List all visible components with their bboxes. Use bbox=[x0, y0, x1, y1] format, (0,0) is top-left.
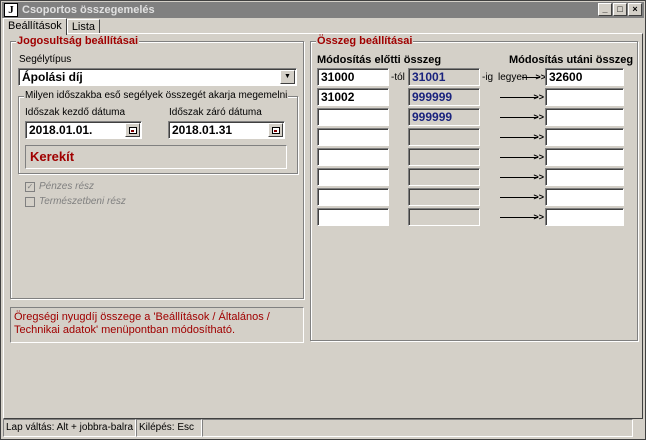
pension-note: Öregségi nyugdíj összege a 'Beállítások … bbox=[10, 307, 304, 343]
arrow-right-icon: >> bbox=[500, 192, 544, 202]
after-amount-input[interactable] bbox=[545, 208, 624, 226]
close-button[interactable]: × bbox=[628, 3, 642, 16]
to-amount-input[interactable] bbox=[408, 208, 480, 226]
arrow-right-icon: >> bbox=[500, 152, 544, 162]
app-icon: J bbox=[4, 3, 18, 17]
cash-part-label: Pénzes rész bbox=[39, 181, 95, 192]
amounts-group-title: Összeg beállításai bbox=[316, 35, 414, 47]
aid-type-value: Ápolási díj bbox=[22, 70, 83, 84]
after-amount-input[interactable] bbox=[545, 148, 624, 166]
after-amount-input[interactable] bbox=[545, 128, 624, 146]
eligibility-group-title: Jogosultság beállításai bbox=[16, 35, 140, 47]
amounts-group: Összeg beállításai Módosítás előtti össz… bbox=[310, 35, 638, 341]
from-amount-input[interactable] bbox=[317, 188, 389, 206]
from-amount-input[interactable] bbox=[317, 108, 389, 126]
cash-part-checkbox[interactable]: ✓ Pénzes rész bbox=[25, 181, 94, 192]
eligibility-group: Jogosultság beállításai Segélytípus Ápol… bbox=[10, 35, 304, 299]
period-group-title: Milyen időszakba eső segélyek összegét a… bbox=[24, 90, 289, 101]
chevron-down-icon[interactable]: ▼ bbox=[280, 70, 295, 84]
start-date-label: Időszak kezdő dátuma bbox=[25, 107, 126, 118]
to-suffix: -ig bbox=[482, 72, 494, 83]
arrow-right-icon: >> bbox=[500, 212, 544, 222]
end-date-value: 2018.01.31 bbox=[172, 123, 233, 137]
arrow-right-icon: >> bbox=[500, 112, 544, 122]
status-exit: Kilépés: Esc bbox=[136, 419, 202, 437]
start-date-input[interactable]: 2018.01.01. bbox=[25, 121, 142, 139]
from-amount-input[interactable] bbox=[317, 148, 389, 166]
before-amount-header: Módosítás előtti összeg bbox=[317, 54, 442, 66]
aid-type-select[interactable]: Ápolási díj ▼ bbox=[18, 68, 297, 86]
to-amount-input[interactable] bbox=[408, 128, 480, 146]
to-amount-input[interactable]: 999999 bbox=[408, 108, 480, 126]
after-amount-input[interactable] bbox=[545, 168, 624, 186]
settings-panel: Jogosultság beállításai Segélytípus Ápol… bbox=[3, 33, 643, 419]
tab-settings[interactable]: Beállítások bbox=[3, 18, 67, 35]
end-date-input[interactable]: 2018.01.31 bbox=[168, 121, 285, 139]
tab-list[interactable]: Lista bbox=[66, 19, 101, 34]
from-amount-input[interactable]: 31000 bbox=[317, 68, 389, 86]
from-amount-input[interactable] bbox=[317, 208, 389, 226]
aid-type-label: Segélytípus bbox=[19, 54, 72, 65]
to-amount-input[interactable]: 999999 bbox=[408, 88, 480, 106]
after-amount-input[interactable] bbox=[545, 188, 624, 206]
after-amount-header: Módosítás utáni összeg bbox=[509, 54, 634, 66]
tab-strip: Beállítások Lista bbox=[3, 18, 101, 35]
in-kind-part-label: Természetbeni rész bbox=[39, 196, 126, 207]
status-bar: Lap váltás: Alt + jobbra-balra nyíl Kilé… bbox=[3, 419, 643, 437]
arrow-right-icon: >> bbox=[500, 172, 544, 182]
arrow-right-icon: >> bbox=[500, 92, 544, 102]
start-date-value: 2018.01.01. bbox=[29, 123, 93, 137]
check-icon: ✓ bbox=[25, 181, 35, 192]
to-amount-input[interactable] bbox=[408, 168, 480, 186]
checkbox-box bbox=[25, 196, 35, 207]
round-button[interactable]: Kerekít bbox=[25, 145, 287, 169]
from-amount-input[interactable]: 31002 bbox=[317, 88, 389, 106]
to-amount-input[interactable] bbox=[408, 148, 480, 166]
to-amount-input[interactable]: 31001 bbox=[408, 68, 480, 86]
arrow-right-icon: >> bbox=[500, 132, 544, 142]
window-title: Csoportos összegemelés bbox=[22, 4, 155, 16]
in-kind-part-checkbox[interactable]: Természetbeni rész bbox=[25, 196, 126, 207]
status-empty bbox=[202, 419, 633, 437]
from-amount-input[interactable] bbox=[317, 168, 389, 186]
after-amount-input[interactable] bbox=[545, 108, 624, 126]
title-bar: J Csoportos összegemelés _ □ × bbox=[2, 2, 644, 18]
end-date-label: Időszak záró dátuma bbox=[169, 107, 262, 118]
minimize-button[interactable]: _ bbox=[598, 3, 612, 16]
from-suffix: -tól bbox=[391, 72, 405, 83]
to-amount-input[interactable] bbox=[408, 188, 480, 206]
arrow-right-icon: >> bbox=[522, 72, 546, 82]
after-amount-input[interactable]: 32600 bbox=[545, 68, 624, 86]
after-amount-input[interactable] bbox=[545, 88, 624, 106]
period-group: Milyen időszakba eső segélyek összegét a… bbox=[18, 90, 298, 174]
from-amount-input[interactable] bbox=[317, 128, 389, 146]
maximize-button[interactable]: □ bbox=[613, 3, 627, 16]
status-page-switch: Lap váltás: Alt + jobbra-balra nyíl bbox=[3, 419, 136, 437]
main-window: J Csoportos összegemelés _ □ × Beállítás… bbox=[0, 0, 646, 440]
calendar-icon[interactable] bbox=[268, 123, 283, 137]
calendar-icon[interactable] bbox=[125, 123, 140, 137]
